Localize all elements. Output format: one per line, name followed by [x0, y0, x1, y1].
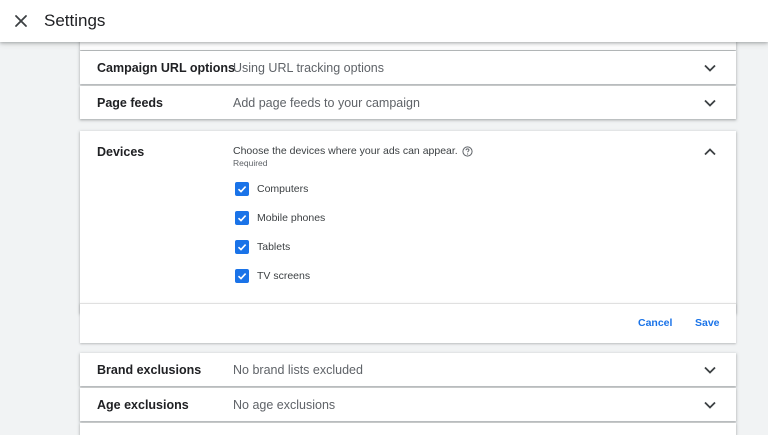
required-text: Required: [233, 158, 268, 168]
option-label: Tablets: [257, 241, 291, 253]
top-bar: Settings: [0, 0, 768, 42]
check-icon: [237, 244, 247, 251]
row-label: Page feeds: [97, 95, 164, 110]
brand-exclusions-row[interactable]: Brand exclusions No brand lists excluded: [80, 353, 736, 386]
checkbox-checked[interactable]: [235, 269, 249, 283]
checkbox-checked[interactable]: [235, 240, 249, 254]
page-title: Settings: [44, 11, 106, 30]
chevron-down-icon: [704, 64, 716, 72]
row-value: No brand lists excluded: [233, 362, 363, 377]
checkbox-checked[interactable]: [235, 211, 249, 225]
chevron-down-icon: [704, 366, 716, 374]
expand-button[interactable]: [702, 60, 718, 76]
close-button[interactable]: [9, 9, 33, 33]
check-icon: [237, 215, 247, 222]
option-label: Computers: [257, 183, 309, 195]
check-icon: [237, 186, 247, 193]
save-button[interactable]: Save: [695, 317, 720, 329]
device-option-tv-screens[interactable]: TV screens: [235, 268, 310, 284]
devices-section: Devices Choose the devices where your ad…: [80, 131, 736, 313]
row-value: No age exclusions: [233, 397, 336, 412]
page-feeds-row[interactable]: Page feeds Add page feeds to your campai…: [80, 86, 736, 119]
option-label: Mobile phones: [257, 212, 326, 224]
chevron-down-icon: [704, 401, 716, 409]
checkbox-checked[interactable]: [235, 182, 249, 196]
devices-label: Devices: [97, 145, 145, 159]
close-icon: [15, 15, 27, 27]
cancel-button[interactable]: Cancel: [638, 317, 672, 329]
chevron-down-icon: [704, 99, 716, 107]
row-label: Brand exclusions: [97, 362, 202, 377]
expand-button[interactable]: [702, 95, 718, 111]
row-label: Age exclusions: [97, 397, 189, 412]
devices-description-text: Choose the devices where your ads can ap…: [233, 145, 458, 157]
device-option-tablets[interactable]: Tablets: [235, 239, 290, 255]
row-label: Campaign URL options: [97, 60, 235, 75]
row-value: Using URL tracking options: [233, 60, 384, 75]
device-option-computers[interactable]: Computers: [235, 181, 308, 197]
devices-description: Choose the devices where your ads can ap…: [233, 145, 473, 157]
help-circle-icon[interactable]: [462, 145, 473, 157]
campaign-url-options-row[interactable]: Campaign URL options Using URL tracking …: [80, 51, 736, 84]
collapse-button[interactable]: [702, 144, 718, 160]
row-value: Add page feeds to your campaign: [233, 95, 420, 110]
option-label: TV screens: [257, 270, 311, 282]
expand-button[interactable]: [702, 397, 718, 413]
device-option-mobile-phones[interactable]: Mobile phones: [235, 210, 325, 226]
collapsed-section-below: [80, 423, 736, 435]
chevron-up-icon: [704, 148, 716, 156]
expand-button[interactable]: [702, 362, 718, 378]
check-icon: [237, 273, 247, 280]
age-exclusions-row[interactable]: Age exclusions No age exclusions: [80, 388, 736, 421]
divider: [80, 303, 736, 304]
